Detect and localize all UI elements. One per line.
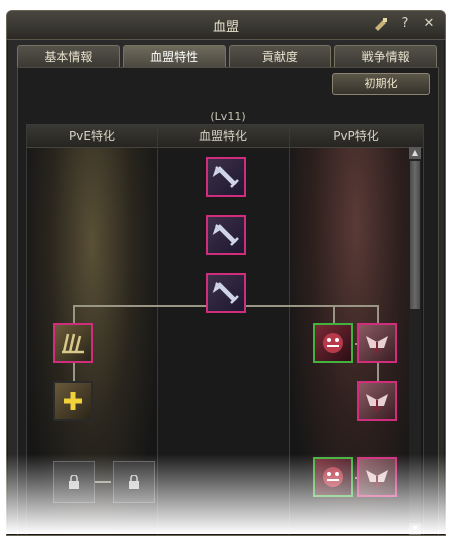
tab-basic-info[interactable]: 基本情報 [17, 45, 120, 68]
close-icon[interactable]: ✕ [421, 16, 437, 32]
column-divider [157, 125, 158, 535]
lock-icon [129, 475, 139, 489]
reset-button[interactable]: 初期化 [332, 73, 430, 95]
sword-icon [212, 224, 239, 246]
scroll-thumb[interactable] [410, 161, 420, 309]
tab-guild-traits[interactable]: 血盟特性 [122, 45, 226, 68]
guild-trait-skill-1[interactable] [206, 157, 246, 197]
title-bar[interactable]: 血盟 ? ✕ [7, 11, 445, 40]
guild-trait-skill-2[interactable] [206, 215, 246, 255]
pvp-trait-skill-2[interactable] [357, 323, 397, 363]
beast-claw-icon [62, 333, 84, 354]
sword-icon [212, 166, 239, 188]
pve-trait-skill-2[interactable] [53, 381, 93, 421]
pvp-trait-skill-3[interactable] [357, 381, 397, 421]
guild-trait-skill-3[interactable] [206, 273, 246, 313]
locked-slot-1[interactable] [53, 461, 95, 503]
pvp-trait-skill-5[interactable] [357, 457, 397, 497]
col-header-guild: 血盟特化 [157, 125, 289, 148]
lock-icon [69, 475, 79, 489]
guild-column-bg [157, 147, 289, 535]
sword-icon [212, 282, 239, 304]
tree-connector [333, 305, 335, 323]
tree-connector [73, 305, 75, 323]
content-panel: 初期化 (Lv11) PvE特化 血盟特化 PvP特化 ▲ ▼ [17, 67, 439, 535]
trait-grid: PvE特化 血盟特化 PvP特化 ▲ ▼ [26, 124, 424, 535]
scrollbar[interactable]: ▲ ▼ [409, 147, 421, 535]
winged-emblem-icon [366, 336, 388, 354]
tree-connector [95, 481, 111, 483]
scroll-down-button[interactable]: ▼ [409, 523, 421, 535]
help-icon[interactable]: ? [397, 16, 413, 32]
col-header-pve: PvE特化 [27, 125, 157, 148]
scroll-up-button[interactable]: ▲ [409, 147, 421, 159]
guild-level: (Lv11) [210, 110, 246, 123]
demon-face-icon [323, 333, 343, 353]
winged-emblem-icon [366, 470, 388, 488]
plus-icon [64, 392, 82, 410]
tree-connector [377, 363, 379, 381]
quest-icon[interactable] [373, 16, 389, 32]
tab-contribution[interactable]: 貢献度 [228, 45, 332, 68]
tab-war-info[interactable]: 戦争情報 [334, 45, 437, 68]
pvp-trait-skill-4[interactable] [313, 457, 353, 497]
pvp-trait-skill-1[interactable] [313, 323, 353, 363]
tab-bar: 基本情報 血盟特性 貢献度 戦争情報 [17, 45, 437, 68]
pve-trait-skill-1[interactable] [53, 323, 93, 363]
locked-slot-2[interactable] [113, 461, 155, 503]
tree-connector [377, 305, 379, 323]
winged-emblem-icon [366, 394, 388, 412]
demon-face-icon [323, 467, 343, 487]
guild-window: 血盟 ? ✕ 基本情報 血盟特性 貢献度 戦争情報 初期化 (Lv11) PvE… [6, 10, 446, 536]
column-divider [289, 125, 290, 535]
tree-connector [73, 363, 75, 381]
col-header-pvp: PvP特化 [289, 125, 423, 148]
